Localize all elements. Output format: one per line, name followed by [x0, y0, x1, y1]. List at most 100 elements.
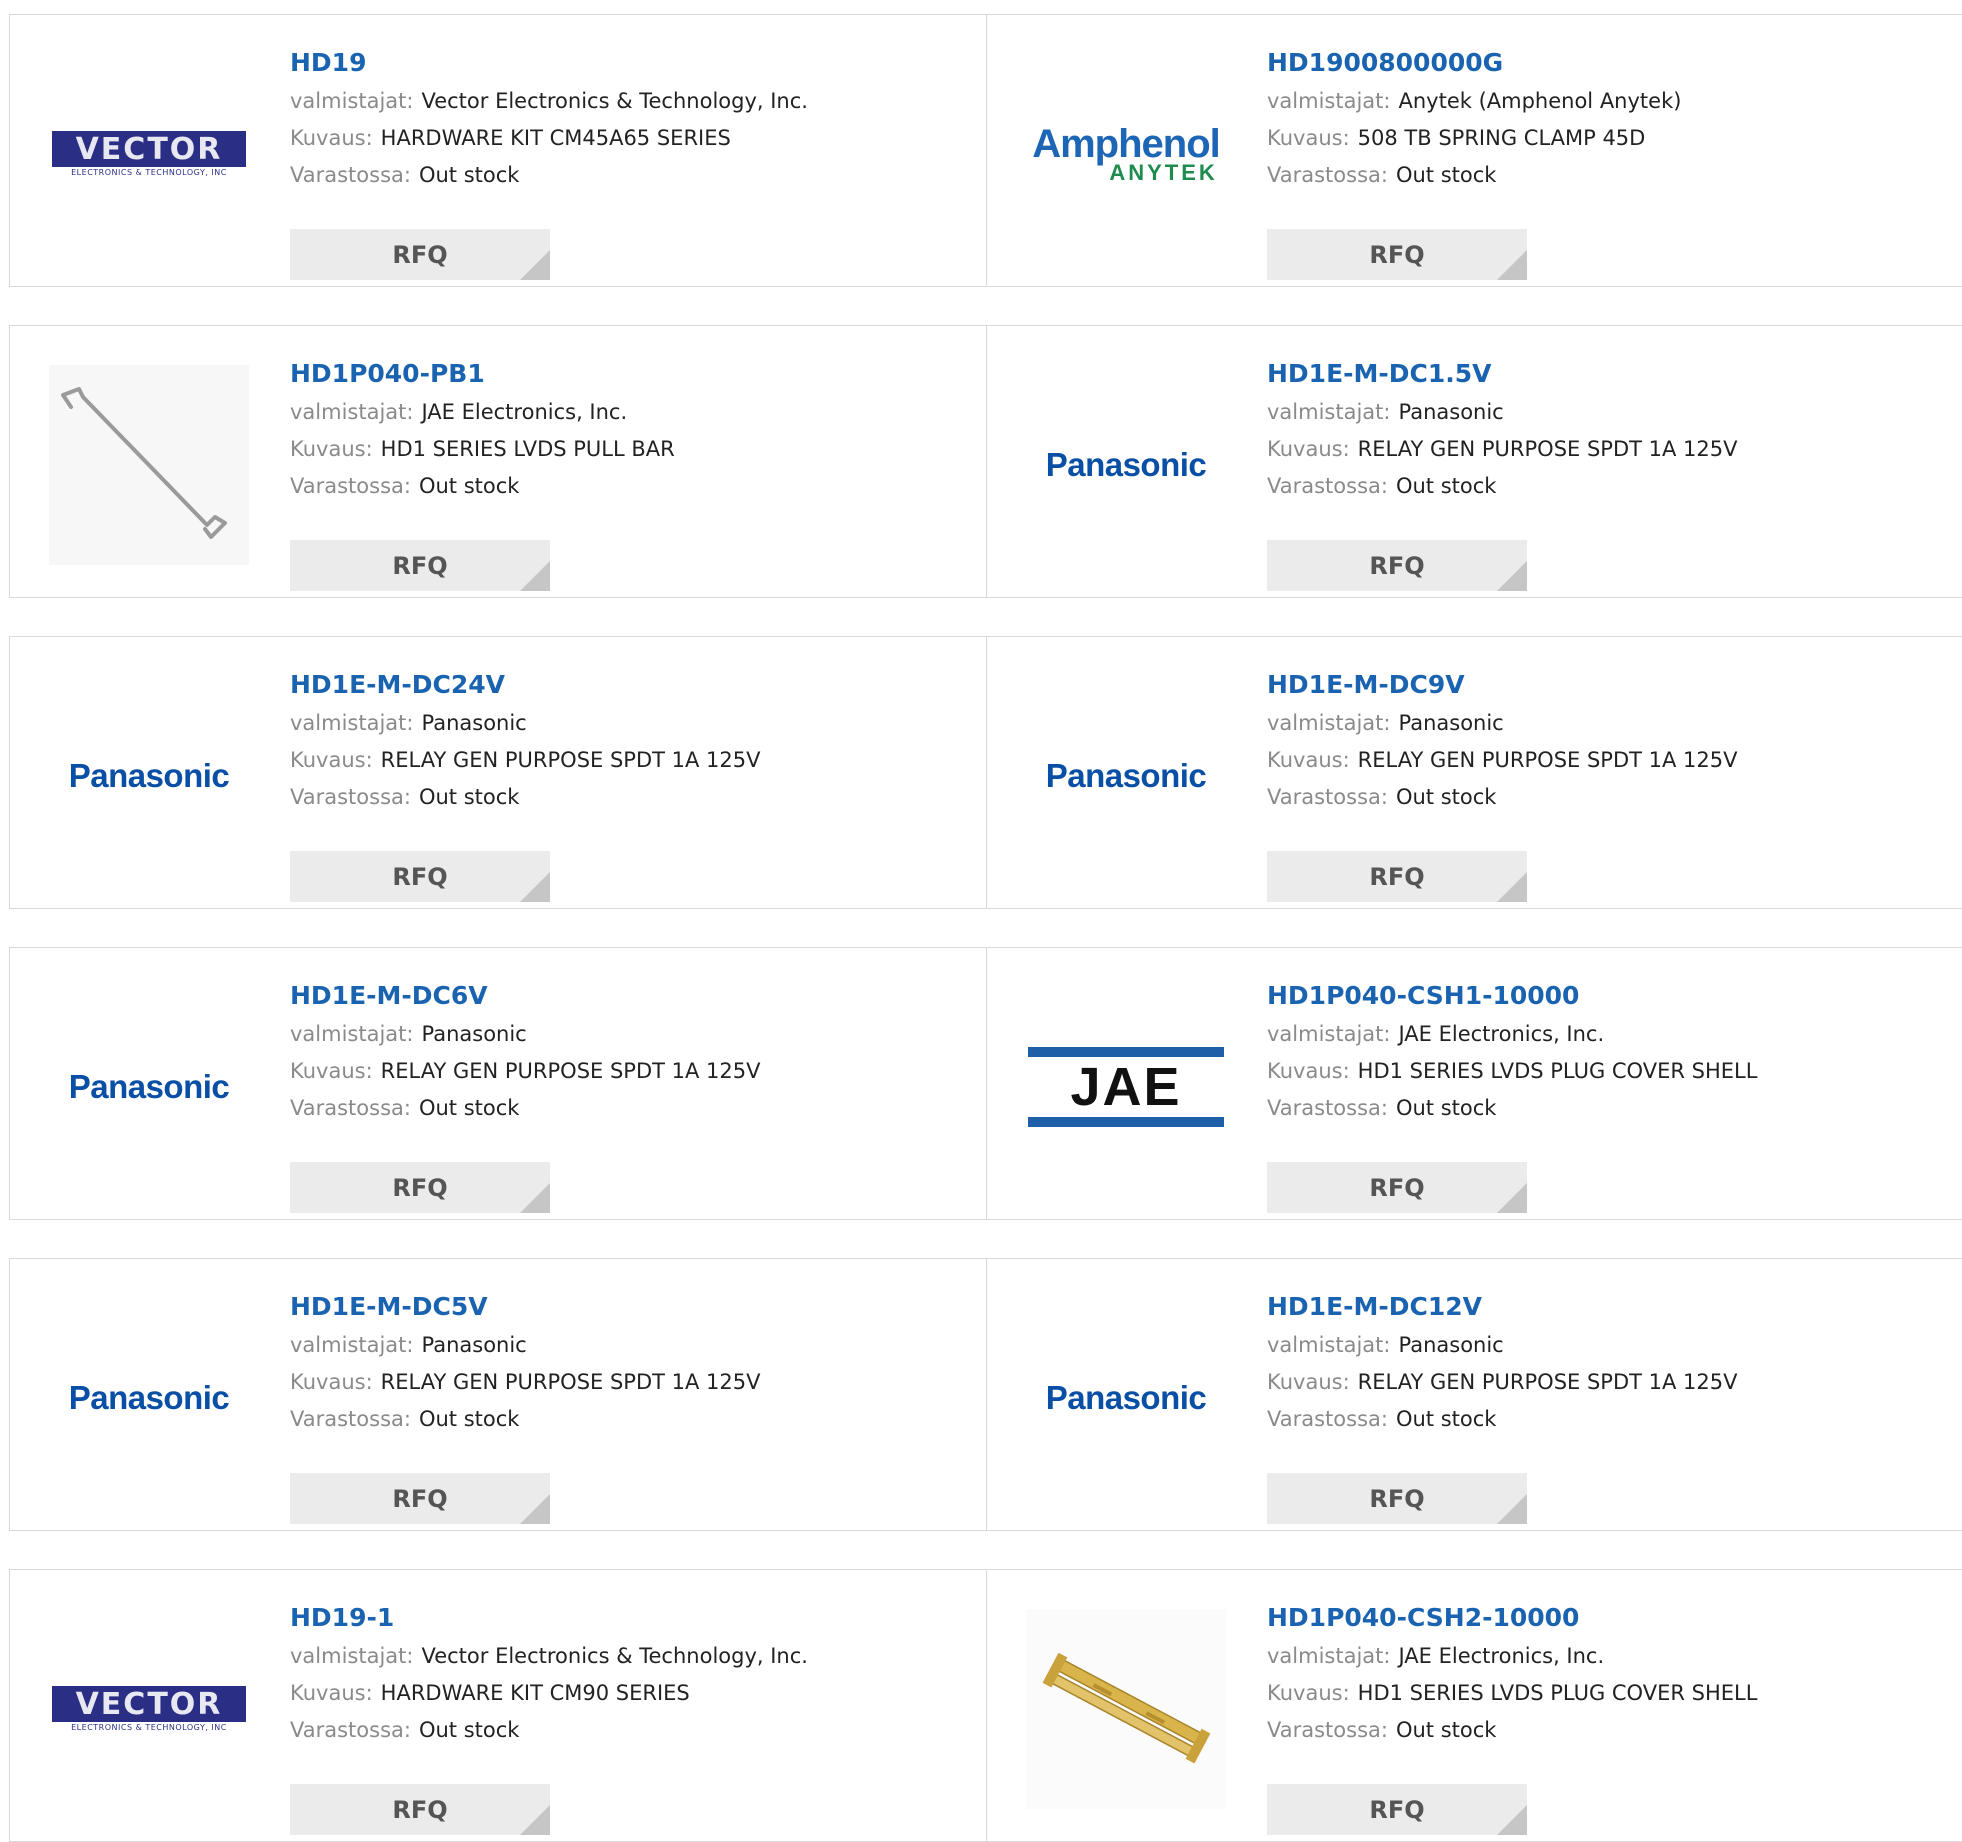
part-number-link[interactable]: HD1E-M-DC6V [290, 978, 761, 1016]
stock-label: Varastossa: [1267, 1718, 1388, 1742]
rfq-button[interactable]: RFQ [1267, 851, 1527, 902]
product-row: HD1P040-PB1 valmistajat: JAE Electronics, … [9, 325, 1962, 598]
product-info: HD1E-M-DC24V valmistajat: Panasonic Kuvaus:… [290, 667, 761, 902]
rfq-button[interactable]: RFQ [1267, 1162, 1527, 1213]
product-logo: Panasonic [1026, 1298, 1226, 1498]
stock-label: Varastossa: [290, 1096, 411, 1120]
manufacturer-value: JAE Electronics, Inc. [1398, 1644, 1605, 1668]
description-line: Kuvaus: HD1 SERIES LVDS PLUG COVER SHELL [1267, 1053, 1757, 1090]
manufacturer-label: valmistajat: [290, 711, 414, 735]
part-number-link[interactable]: HD1E-M-DC9V [1267, 667, 1738, 705]
description-label: Kuvaus: [1267, 1059, 1350, 1083]
description-label: Kuvaus: [290, 1370, 373, 1394]
product-logo: VECTOR ELECTRONICS & TECHNOLOGY, INC [49, 54, 249, 254]
product-info: HD1P040-CSH2-10000 valmistajat: JAE Electr… [1267, 1600, 1758, 1835]
panasonic-logo: Panasonic [68, 1379, 230, 1416]
manufacturer-line: valmistajat: JAE Electronics, Inc. [290, 394, 675, 431]
stock-line: Varastossa: Out stock [290, 779, 761, 816]
panasonic-logo: Panasonic [68, 757, 230, 794]
rfq-label: RFQ [392, 240, 448, 269]
rfq-button[interactable]: RFQ [290, 851, 550, 902]
rfq-button[interactable]: RFQ [1267, 1784, 1527, 1835]
manufacturer-value: Panasonic [421, 1333, 527, 1357]
part-number-link[interactable]: HD19-1 [290, 1600, 808, 1638]
stock-line: Varastossa: Out stock [1267, 1712, 1757, 1749]
manufacturer-label: valmistajat: [290, 1022, 414, 1046]
stock-value: Out stock [418, 785, 520, 809]
part-number-link[interactable]: HD1E-M-DC24V [290, 667, 761, 705]
stock-line: Varastossa: Out stock [1267, 1401, 1738, 1438]
manufacturer-value: Panasonic [1398, 400, 1504, 424]
description-line: Kuvaus: 508 TB SPRING CLAMP 45D [1267, 120, 1681, 157]
rfq-button[interactable]: RFQ [1267, 229, 1527, 280]
rfq-label: RFQ [1369, 551, 1425, 580]
stock-label: Varastossa: [290, 163, 411, 187]
rfq-label: RFQ [392, 1173, 448, 1202]
product-info: HD1E-M-DC9V valmistajat: Panasonic Kuvaus: R… [1267, 667, 1738, 902]
corner-triangle-icon [1497, 250, 1527, 280]
product-card: JAE HD1P040-CSH1-10000 valmistajat: JAE Ele… [986, 948, 1962, 1219]
corner-triangle-icon [520, 1805, 550, 1835]
rfq-button[interactable]: RFQ [290, 540, 550, 591]
corner-triangle-icon [520, 561, 550, 591]
description-line: Kuvaus: RELAY GEN PURPOSE SPDT 1A 125V [290, 1053, 761, 1090]
product-card: VECTOR ELECTRONICS & TECHNOLOGY, INC HD19-… [10, 1570, 986, 1841]
description-label: Kuvaus: [1267, 437, 1350, 461]
description-value: HARDWARE KIT CM90 SERIES [380, 1681, 690, 1705]
stock-value: Out stock [418, 474, 520, 498]
manufacturer-line: valmistajat: Panasonic [290, 1327, 761, 1364]
cover-shell-image [1026, 1609, 1226, 1809]
part-number-link[interactable]: HD1900800000G [1267, 45, 1681, 83]
stock-line: Varastossa: Out stock [1267, 157, 1681, 194]
product-row: Panasonic HD1E-M-DC6V valmistajat: Panasoni… [9, 947, 1962, 1220]
manufacturer-label: valmistajat: [290, 1644, 414, 1668]
description-line: Kuvaus: HARDWARE KIT CM45A65 SERIES [290, 120, 808, 157]
part-number-link[interactable]: HD1E-M-DC5V [290, 1289, 761, 1327]
description-value: HD1 SERIES LVDS PLUG COVER SHELL [1357, 1681, 1758, 1705]
manufacturer-label: valmistajat: [1267, 1022, 1391, 1046]
product-row: VECTOR ELECTRONICS & TECHNOLOGY, INC HD19 v… [9, 14, 1962, 287]
part-number-link[interactable]: HD1P040-CSH2-10000 [1267, 1600, 1757, 1638]
manufacturer-value: Panasonic [421, 1022, 527, 1046]
stock-label: Varastossa: [1267, 785, 1388, 809]
manufacturer-value: Anytek (Amphenol Anytek) [1398, 89, 1682, 113]
product-card: Panasonic HD1E-M-DC5V valmistajat: Panasoni… [10, 1259, 986, 1530]
product-logo: VECTOR ELECTRONICS & TECHNOLOGY, INC [49, 1609, 249, 1809]
description-value: 508 TB SPRING CLAMP 45D [1357, 126, 1646, 150]
product-info: HD1E-M-DC12V valmistajat: Panasonic Kuvaus:… [1267, 1289, 1738, 1524]
rfq-button[interactable]: RFQ [290, 1162, 550, 1213]
rfq-label: RFQ [1369, 1173, 1425, 1202]
rfq-label: RFQ [392, 551, 448, 580]
pull-bar-image [49, 365, 249, 565]
description-value: HARDWARE KIT CM45A65 SERIES [380, 126, 731, 150]
part-number-link[interactable]: HD1E-M-DC12V [1267, 1289, 1738, 1327]
stock-line: Varastossa: Out stock [290, 1712, 808, 1749]
product-info: HD19-1 valmistajat: Vector Electronics & T… [290, 1600, 808, 1835]
manufacturer-line: valmistajat: Vector Electronics & Technol… [290, 83, 808, 120]
rfq-button[interactable]: RFQ [290, 1473, 550, 1524]
part-number-link[interactable]: HD1P040-CSH1-10000 [1267, 978, 1757, 1016]
manufacturer-label: valmistajat: [290, 89, 414, 113]
rfq-button[interactable]: RFQ [290, 1784, 550, 1835]
rfq-button[interactable]: RFQ [290, 229, 550, 280]
description-line: Kuvaus: HD1 SERIES LVDS PULL BAR [290, 431, 675, 468]
corner-triangle-icon [1497, 561, 1527, 591]
product-row: Panasonic HD1E-M-DC24V valmistajat: Panason… [9, 636, 1962, 909]
description-value: RELAY GEN PURPOSE SPDT 1A 125V [1357, 1370, 1738, 1394]
part-number-link[interactable]: HD1P040-PB1 [290, 356, 675, 394]
product-logo [49, 365, 249, 565]
part-number-link[interactable]: HD19 [290, 45, 808, 83]
corner-triangle-icon [1497, 1183, 1527, 1213]
stock-value: Out stock [418, 1718, 520, 1742]
description-label: Kuvaus: [1267, 1370, 1350, 1394]
stock-label: Varastossa: [1267, 1096, 1388, 1120]
manufacturer-value: Vector Electronics & Technology, Inc. [421, 89, 808, 113]
rfq-button[interactable]: RFQ [1267, 540, 1527, 591]
rfq-label: RFQ [1369, 240, 1425, 269]
stock-value: Out stock [1395, 1718, 1497, 1742]
rfq-button[interactable]: RFQ [1267, 1473, 1527, 1524]
part-number-link[interactable]: HD1E-M-DC1.5V [1267, 356, 1738, 394]
manufacturer-value: Vector Electronics & Technology, Inc. [421, 1644, 808, 1668]
stock-line: Varastossa: Out stock [1267, 1090, 1757, 1127]
description-value: RELAY GEN PURPOSE SPDT 1A 125V [380, 748, 761, 772]
